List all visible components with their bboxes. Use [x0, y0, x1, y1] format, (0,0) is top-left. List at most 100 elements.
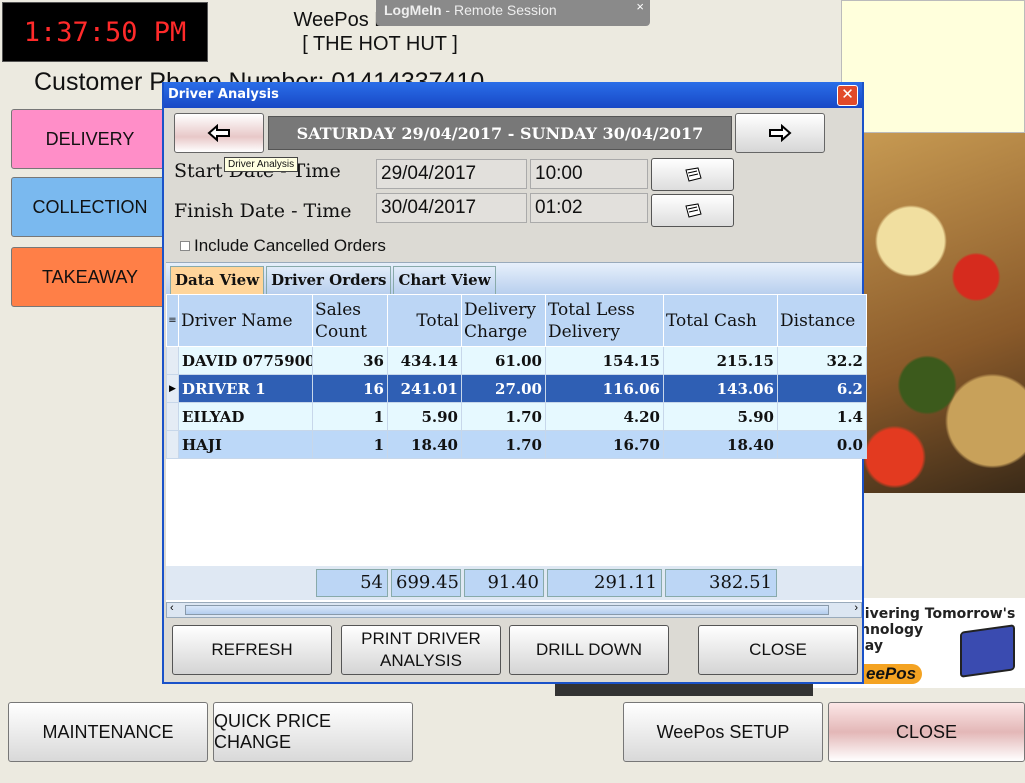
tooltip: Driver Analysis: [224, 157, 299, 172]
start-time-field[interactable]: 10:00: [530, 159, 648, 189]
driver-data-grid: ≡ Driver Name Sales Count Total Delivery…: [166, 294, 867, 602]
info-panel: [841, 0, 1025, 133]
row-selector[interactable]: ▶: [166, 374, 179, 403]
row-selector-header: ≡: [166, 294, 179, 347]
next-day-button[interactable]: [735, 113, 825, 153]
cell-total: 434.14: [387, 346, 462, 375]
cell-total: 241.01: [387, 374, 462, 403]
table-row[interactable]: ▶ DRIVER 1 16 241.01 27.00 116.06 143.06…: [166, 374, 867, 403]
cell-sales-count: 1: [312, 402, 388, 431]
dialog-close-icon[interactable]: ✕: [837, 85, 858, 106]
col-total-cash[interactable]: Total Cash: [663, 294, 778, 347]
include-cancelled-label: Include Cancelled Orders: [194, 236, 386, 255]
print-driver-analysis-button[interactable]: PRINT DRIVER ANALYSIS: [341, 625, 501, 675]
row-selector[interactable]: [166, 346, 179, 375]
logmein-brand: LogMeIn: [384, 2, 442, 18]
delivery-button[interactable]: DELIVERY: [11, 109, 169, 169]
view-tabs: Data View Driver Orders Chart View: [166, 262, 862, 294]
cell-total-less-delivery: 154.15: [545, 346, 664, 375]
table-row[interactable]: EILYAD 1 5.90 1.70 4.20 5.90 1.4: [166, 402, 867, 431]
include-cancelled-checkbox[interactable]: Include Cancelled Orders: [180, 236, 386, 256]
previous-day-button[interactable]: [174, 113, 264, 153]
col-distance[interactable]: Distance: [777, 294, 867, 347]
row-selector[interactable]: [166, 402, 179, 431]
cell-distance: 6.2: [777, 374, 867, 403]
date-range-display: SATURDAY 29/04/2017 - SUNDAY 30/04/2017: [268, 116, 732, 150]
collection-button[interactable]: COLLECTION: [11, 177, 169, 237]
cell-delivery-charge: 27.00: [461, 374, 546, 403]
logmein-close-icon[interactable]: ×: [636, 0, 644, 14]
cell-sales-count: 1: [312, 430, 388, 459]
pizza-image: [862, 133, 1025, 493]
maintenance-button[interactable]: MAINTENANCE: [8, 702, 208, 762]
checkbox-box[interactable]: [180, 241, 190, 251]
table-header-row: ≡ Driver Name Sales Count Total Delivery…: [166, 294, 867, 347]
cell-total: 5.90: [387, 402, 462, 431]
cell-driver-name: DAVID 07759001: [178, 346, 313, 375]
weepos-setup-button[interactable]: WeePos SETUP: [623, 702, 823, 762]
arrow-left-icon: [207, 124, 230, 142]
cell-distance: 1.4: [777, 402, 867, 431]
start-date-field[interactable]: 29/04/2017: [376, 159, 527, 189]
cell-delivery-charge: 61.00: [461, 346, 546, 375]
arrow-right-icon: [769, 124, 792, 142]
start-calendar-button[interactable]: [651, 158, 734, 191]
cell-total-cash: 5.90: [663, 402, 778, 431]
horizontal-scrollbar[interactable]: ‹ ›: [166, 602, 862, 618]
drill-down-button[interactable]: DRILL DOWN: [509, 625, 669, 675]
tab-driver-orders[interactable]: Driver Orders: [266, 266, 392, 294]
cell-driver-name: HAJI: [178, 430, 313, 459]
col-driver-name[interactable]: Driver Name: [178, 294, 313, 347]
logmein-bar: LogMeIn - Remote Session ×: [376, 0, 650, 26]
driver-analysis-dialog: Driver Analysis ✕ SATURDAY 29/04/2017 - …: [162, 82, 867, 684]
scroll-right-icon[interactable]: ›: [854, 602, 858, 614]
calendar-icon: [684, 202, 702, 218]
col-delivery-charge[interactable]: Delivery Charge: [461, 294, 546, 347]
cell-distance: 0.0: [777, 430, 867, 459]
cell-total-less-delivery: 4.20: [545, 402, 664, 431]
dialog-title: Driver Analysis: [164, 82, 862, 108]
store-name: [ THE HOT HUT ]: [302, 33, 458, 55]
cell-total-cash: 18.40: [663, 430, 778, 459]
col-total[interactable]: Total: [387, 294, 462, 347]
tab-data-view[interactable]: Data View: [170, 266, 265, 294]
totals-row: 54 699.45 91.40 291.11 382.51: [166, 566, 862, 600]
tab-chart-view[interactable]: Chart View: [393, 266, 496, 294]
pos-terminal-icon: [960, 624, 1015, 678]
close-main-button[interactable]: CLOSE: [828, 702, 1025, 762]
clock-display: 1:37:50 PM: [2, 2, 208, 62]
takeaway-button[interactable]: TAKEAWAY: [11, 247, 169, 307]
cell-sales-count: 36: [312, 346, 388, 375]
finish-date-label: Finish Date - Time: [174, 200, 352, 222]
refresh-button[interactable]: REFRESH: [172, 625, 332, 675]
col-sales-count[interactable]: Sales Count: [312, 294, 388, 347]
logmein-text: - Remote Session: [441, 2, 557, 18]
total-cash: 382.51: [665, 569, 777, 597]
cell-total: 18.40: [387, 430, 462, 459]
total-less-delivery: 291.11: [547, 569, 662, 597]
quick-price-change-button[interactable]: QUICK PRICE CHANGE: [213, 702, 413, 762]
calendar-icon: [684, 166, 702, 182]
scrollbar-thumb[interactable]: [185, 605, 829, 615]
driver-table: ≡ Driver Name Sales Count Total Delivery…: [166, 294, 867, 459]
row-selector[interactable]: [166, 430, 179, 459]
banner-strip: [555, 682, 813, 696]
finish-date-field[interactable]: 30/04/2017: [376, 193, 527, 223]
cell-total-less-delivery: 16.70: [545, 430, 664, 459]
cell-sales-count: 16: [312, 374, 388, 403]
cell-distance: 32.2: [777, 346, 867, 375]
col-total-less-delivery[interactable]: Total Less Delivery: [545, 294, 664, 347]
cell-total-less-delivery: 116.06: [545, 374, 664, 403]
dialog-close-button[interactable]: CLOSE: [698, 625, 858, 675]
table-row[interactable]: DAVID 07759001 36 434.14 61.00 154.15 21…: [166, 346, 867, 375]
total-delivery-charge: 91.40: [464, 569, 544, 597]
total-sales-count: 54: [316, 569, 388, 597]
cell-total-cash: 215.15: [663, 346, 778, 375]
cell-driver-name: DRIVER 1: [178, 374, 313, 403]
finish-time-field[interactable]: 01:02: [530, 193, 648, 223]
cell-driver-name: EILYAD: [178, 402, 313, 431]
table-row[interactable]: HAJI 1 18.40 1.70 16.70 18.40 0.0: [166, 430, 867, 459]
finish-calendar-button[interactable]: [651, 194, 734, 227]
total-total: 699.45: [391, 569, 461, 597]
scroll-left-icon[interactable]: ‹: [170, 602, 174, 614]
